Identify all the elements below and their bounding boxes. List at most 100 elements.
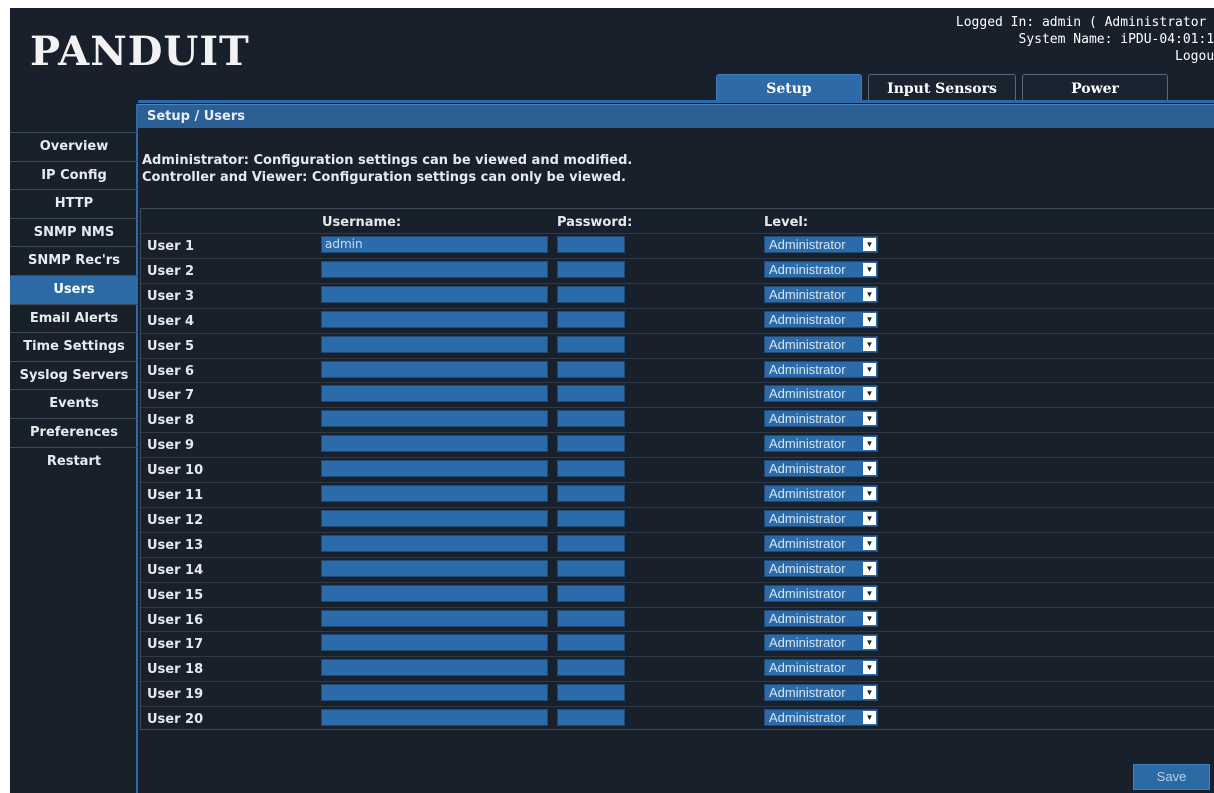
chevron-down-icon[interactable]: ▼ bbox=[863, 387, 876, 401]
username-input[interactable] bbox=[321, 360, 548, 378]
sidebar-item-restart[interactable]: Restart bbox=[10, 446, 138, 476]
username-input[interactable] bbox=[321, 285, 548, 303]
chevron-down-icon[interactable]: ▼ bbox=[863, 636, 876, 650]
tab-input-sensors[interactable]: Input Sensors bbox=[868, 74, 1016, 101]
level-select[interactable]: Administrator ▼ bbox=[764, 709, 878, 727]
table-row: User 1 admin Administrator ▼ bbox=[141, 233, 1214, 259]
password-input[interactable] bbox=[557, 485, 625, 502]
sidebar-item-email-alerts[interactable]: Email Alerts bbox=[10, 303, 138, 333]
chevron-down-icon[interactable]: ▼ bbox=[863, 462, 876, 476]
password-input[interactable] bbox=[557, 559, 625, 577]
save-button[interactable]: Save bbox=[1133, 764, 1210, 790]
sidebar-item-preferences[interactable]: Preferences bbox=[10, 417, 138, 447]
username-input[interactable] bbox=[321, 310, 548, 328]
username-input[interactable] bbox=[321, 509, 548, 527]
password-input[interactable] bbox=[557, 310, 625, 328]
tab-power[interactable]: Power bbox=[1022, 74, 1168, 101]
sidebar-item-overview[interactable]: Overview bbox=[10, 132, 138, 161]
password-input[interactable] bbox=[557, 534, 625, 552]
chevron-down-icon[interactable]: ▼ bbox=[863, 561, 876, 575]
username-input[interactable] bbox=[321, 609, 548, 627]
password-input[interactable] bbox=[557, 709, 625, 727]
level-select[interactable]: Administrator ▼ bbox=[764, 410, 878, 428]
username-input[interactable] bbox=[321, 485, 548, 502]
level-select[interactable]: Administrator ▼ bbox=[764, 260, 878, 278]
level-select[interactable]: Administrator ▼ bbox=[764, 684, 878, 702]
password-input[interactable] bbox=[557, 684, 625, 702]
password-input[interactable] bbox=[557, 285, 625, 303]
user-label: User 1 bbox=[147, 239, 195, 254]
chevron-down-icon[interactable]: ▼ bbox=[863, 711, 876, 725]
level-select[interactable]: Administrator ▼ bbox=[764, 285, 878, 303]
username-input[interactable] bbox=[321, 684, 548, 702]
username-input[interactable] bbox=[321, 260, 548, 278]
sidebar-item-ip-config[interactable]: IP Config bbox=[10, 160, 138, 190]
sidebar-item-snmp-nms[interactable]: SNMP NMS bbox=[10, 217, 138, 247]
viewer-description: Controller and Viewer: Configuration set… bbox=[142, 170, 626, 185]
chevron-down-icon[interactable]: ▼ bbox=[863, 312, 876, 326]
level-select[interactable]: Administrator ▼ bbox=[764, 435, 878, 453]
sidebar-item-users[interactable]: Users bbox=[10, 274, 138, 304]
chevron-down-icon[interactable]: ▼ bbox=[863, 511, 876, 525]
password-input[interactable] bbox=[557, 435, 625, 453]
chevron-down-icon[interactable]: ▼ bbox=[863, 437, 876, 451]
level-select[interactable]: Administrator ▼ bbox=[764, 584, 878, 602]
level-select[interactable]: Administrator ▼ bbox=[764, 659, 878, 677]
username-input[interactable] bbox=[321, 559, 548, 577]
sidebar-item-events[interactable]: Events bbox=[10, 389, 138, 418]
username-input[interactable] bbox=[321, 410, 548, 428]
chevron-down-icon[interactable]: ▼ bbox=[863, 262, 876, 276]
username-input[interactable] bbox=[321, 460, 548, 478]
sidebar-item-time-settings[interactable]: Time Settings bbox=[10, 332, 138, 361]
chevron-down-icon[interactable]: ▼ bbox=[863, 412, 876, 426]
password-input[interactable] bbox=[557, 509, 625, 527]
password-input[interactable] bbox=[557, 584, 625, 602]
password-input[interactable] bbox=[557, 659, 625, 677]
level-select[interactable]: Administrator ▼ bbox=[764, 509, 878, 527]
username-input[interactable] bbox=[321, 709, 548, 727]
password-input[interactable] bbox=[557, 410, 625, 428]
chevron-down-icon[interactable]: ▼ bbox=[863, 536, 876, 550]
sidebar-item-http[interactable]: HTTP bbox=[10, 189, 138, 218]
level-select[interactable]: Administrator ▼ bbox=[764, 385, 878, 403]
username-input[interactable] bbox=[321, 659, 548, 677]
password-input[interactable] bbox=[557, 260, 625, 278]
chevron-down-icon[interactable]: ▼ bbox=[863, 487, 876, 500]
logout-link[interactable]: Logout bbox=[956, 48, 1214, 65]
password-input[interactable] bbox=[557, 335, 625, 353]
chevron-down-icon[interactable]: ▼ bbox=[863, 238, 876, 251]
level-select[interactable]: Administrator ▼ bbox=[764, 310, 878, 328]
username-input[interactable] bbox=[321, 534, 548, 552]
chevron-down-icon[interactable]: ▼ bbox=[863, 287, 876, 301]
level-select[interactable]: Administrator ▼ bbox=[764, 335, 878, 353]
password-input[interactable] bbox=[557, 634, 625, 652]
chevron-down-icon[interactable]: ▼ bbox=[863, 362, 876, 376]
level-select[interactable]: Administrator ▼ bbox=[764, 460, 878, 478]
level-select[interactable]: Administrator ▼ bbox=[764, 236, 878, 253]
sidebar-item-snmp-recrs[interactable]: SNMP Rec'rs bbox=[10, 246, 138, 275]
password-input[interactable] bbox=[557, 609, 625, 627]
level-select[interactable]: Administrator ▼ bbox=[764, 634, 878, 652]
level-select[interactable]: Administrator ▼ bbox=[764, 559, 878, 577]
username-input[interactable] bbox=[321, 584, 548, 602]
username-input[interactable] bbox=[321, 435, 548, 453]
username-input[interactable] bbox=[321, 385, 548, 403]
username-input[interactable]: admin bbox=[321, 236, 548, 253]
level-select[interactable]: Administrator ▼ bbox=[764, 485, 878, 502]
level-select[interactable]: Administrator ▼ bbox=[764, 609, 878, 627]
username-input[interactable] bbox=[321, 335, 548, 353]
password-input[interactable] bbox=[557, 236, 625, 253]
chevron-down-icon[interactable]: ▼ bbox=[863, 337, 876, 351]
level-select[interactable]: Administrator ▼ bbox=[764, 360, 878, 378]
password-input[interactable] bbox=[557, 385, 625, 403]
chevron-down-icon[interactable]: ▼ bbox=[863, 611, 876, 625]
username-input[interactable] bbox=[321, 634, 548, 652]
level-select[interactable]: Administrator ▼ bbox=[764, 534, 878, 552]
tab-setup[interactable]: Setup bbox=[716, 74, 862, 101]
sidebar-item-syslog-servers[interactable]: Syslog Servers bbox=[10, 360, 138, 390]
chevron-down-icon[interactable]: ▼ bbox=[863, 686, 876, 700]
chevron-down-icon[interactable]: ▼ bbox=[863, 586, 876, 600]
password-input[interactable] bbox=[557, 460, 625, 478]
password-input[interactable] bbox=[557, 360, 625, 378]
chevron-down-icon[interactable]: ▼ bbox=[863, 661, 876, 675]
